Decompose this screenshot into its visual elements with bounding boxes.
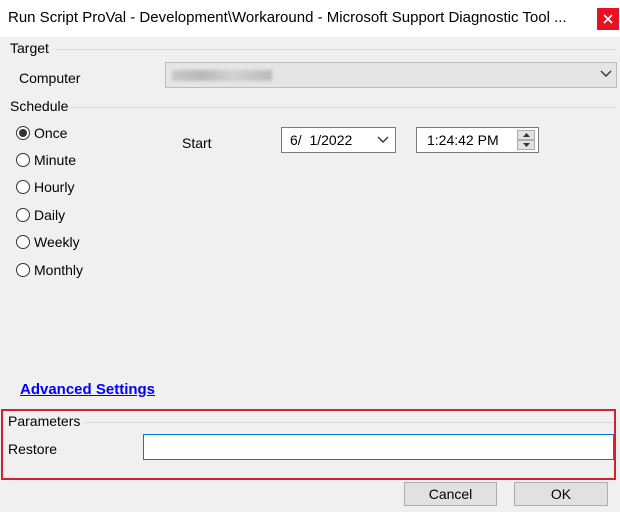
radio-once-label: Once <box>34 125 68 141</box>
triangle-down-icon <box>522 143 530 147</box>
radio-daily[interactable]: Daily <box>16 205 65 225</box>
radio-monthly-label: Monthly <box>34 262 84 278</box>
radio-once-indicator[interactable] <box>16 126 30 140</box>
triangle-up-icon <box>522 133 530 137</box>
radio-weekly-indicator[interactable] <box>16 235 30 249</box>
computer-label: Computer <box>19 70 81 86</box>
ok-button[interactable]: OK <box>514 482 608 506</box>
close-icon <box>603 14 613 24</box>
radio-minute-label: Minute <box>34 152 77 168</box>
restore-input[interactable] <box>143 434 614 460</box>
start-label: Start <box>182 135 212 151</box>
parameters-group-label: Parameters <box>8 413 81 429</box>
chevron-down-icon[interactable] <box>377 136 389 144</box>
cancel-button[interactable]: Cancel <box>404 482 497 506</box>
radio-hourly[interactable]: Hourly <box>16 177 74 197</box>
target-group-divider <box>56 49 616 50</box>
schedule-group-divider <box>70 107 616 108</box>
spin-down-button[interactable] <box>517 140 535 150</box>
radio-monthly[interactable]: Monthly <box>16 260 83 280</box>
radio-hourly-label: Hourly <box>34 179 75 195</box>
computer-name-redacted <box>172 70 272 81</box>
close-button[interactable] <box>597 8 619 30</box>
start-time-value: 1:24:42 PM <box>427 132 499 148</box>
parameters-group-divider <box>84 422 614 423</box>
advanced-settings-link[interactable]: Advanced Settings <box>20 381 155 398</box>
radio-daily-label: Daily <box>34 207 66 223</box>
window-title: Run Script ProVal - Development\Workarou… <box>8 9 567 26</box>
start-time-picker[interactable]: 1:24:42 PM <box>416 127 539 153</box>
radio-once[interactable]: Once <box>16 123 67 143</box>
radio-hourly-indicator[interactable] <box>16 180 30 194</box>
radio-minute[interactable]: Minute <box>16 150 76 170</box>
radio-weekly[interactable]: Weekly <box>16 232 80 252</box>
radio-minute-indicator[interactable] <box>16 153 30 167</box>
target-group-label: Target <box>10 40 49 56</box>
restore-label: Restore <box>8 441 58 457</box>
computer-select[interactable] <box>165 62 617 88</box>
start-date-value: 6/ 1/2022 <box>290 132 353 148</box>
chevron-down-icon <box>600 70 612 77</box>
title-bar: Run Script ProVal - Development\Workarou… <box>0 0 620 37</box>
time-spinner[interactable] <box>517 130 535 150</box>
radio-daily-indicator[interactable] <box>16 208 30 222</box>
schedule-group-label: Schedule <box>10 98 69 114</box>
start-date-picker[interactable]: 6/ 1/2022 <box>281 127 396 153</box>
radio-monthly-indicator[interactable] <box>16 263 30 277</box>
radio-weekly-label: Weekly <box>34 234 80 250</box>
spin-up-button[interactable] <box>517 130 535 140</box>
